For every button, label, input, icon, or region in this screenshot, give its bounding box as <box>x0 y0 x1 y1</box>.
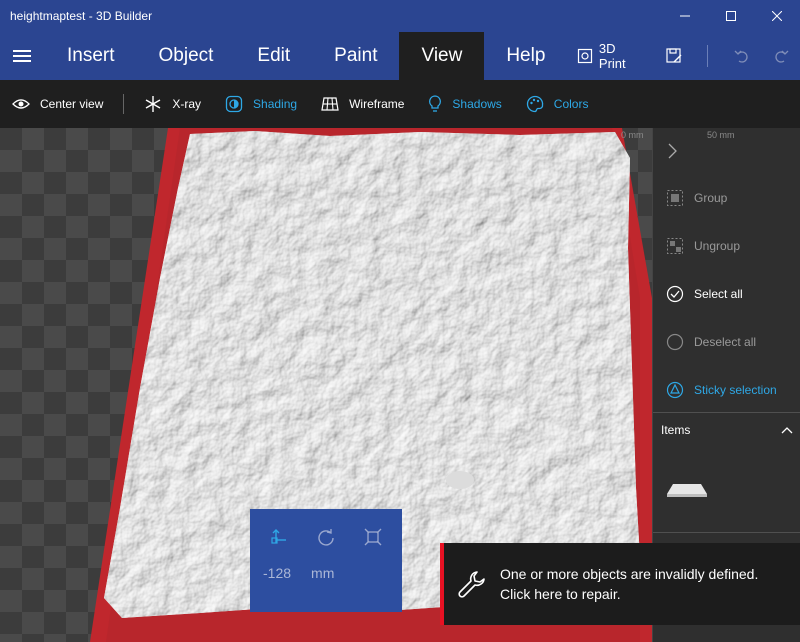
move-icon[interactable] <box>270 528 288 546</box>
menu-bar: Insert Object Edit Paint View Help 3D Pr… <box>0 32 800 80</box>
item-thumbnail-heightmap[interactable] <box>665 480 709 502</box>
group-button[interactable]: Group <box>653 174 800 222</box>
toolbar-divider <box>123 94 125 114</box>
colors-button[interactable]: Colors <box>514 80 601 128</box>
notification-line-1: One or more objects are invalidly define… <box>500 566 759 582</box>
title-bar: heightmaptest - 3D Builder <box>0 0 800 32</box>
ungroup-label: Ungroup <box>694 239 741 253</box>
shadows-button[interactable]: Shadows <box>416 80 513 128</box>
wrench-icon-container <box>444 569 500 599</box>
items-header[interactable]: Items <box>653 412 800 447</box>
rotate-icon[interactable] <box>317 528 335 546</box>
ungroup-icon <box>667 238 683 254</box>
maximize-icon <box>726 11 736 21</box>
undo-button[interactable] <box>722 32 761 80</box>
wireframe-button[interactable]: Wireframe <box>309 80 416 128</box>
notification-line-2[interactable]: Click here to repair. <box>500 584 758 604</box>
floppy-edit-icon <box>666 48 682 63</box>
chevron-right-icon <box>668 143 677 159</box>
close-icon <box>772 11 782 21</box>
menu-edit[interactable]: Edit <box>235 32 312 80</box>
select-all-icon <box>666 285 684 303</box>
lightbulb-icon <box>429 95 442 112</box>
deselect-all-label: Deselect all <box>694 335 757 349</box>
menu-object[interactable]: Object <box>137 32 236 80</box>
sticky-selection-icon <box>666 381 684 399</box>
sticky-selection-button[interactable]: Sticky selection <box>653 366 800 414</box>
menu-divider <box>707 45 709 67</box>
printer-3d-icon <box>578 48 593 64</box>
undo-icon <box>734 50 748 63</box>
sticky-selection-label: Sticky selection <box>694 383 777 397</box>
wireframe-grid-icon <box>321 97 339 111</box>
shading-icon <box>225 95 243 113</box>
3d-print-label: 3D Print <box>598 41 626 71</box>
transform-unit: mm <box>311 565 335 581</box>
deselect-all-icon <box>666 333 684 351</box>
xray-button[interactable]: X-ray <box>132 80 213 128</box>
asterisk-icon <box>146 96 161 112</box>
eye-icon <box>12 99 30 109</box>
transform-value-row: -128 mm <box>250 565 402 581</box>
wireframe-label: Wireframe <box>349 97 405 111</box>
shading-label: Shading <box>253 97 298 111</box>
minimize-button[interactable] <box>662 0 708 32</box>
redo-button[interactable] <box>761 32 800 80</box>
ungroup-button[interactable]: Ungroup <box>653 222 800 270</box>
wrench-icon <box>458 571 485 598</box>
ruler-label-50mm: 50 mm <box>707 130 735 140</box>
panel-divider <box>653 532 800 533</box>
hamburger-icon <box>13 50 32 62</box>
scale-icon[interactable] <box>364 528 382 546</box>
redo-icon <box>774 50 789 63</box>
terrain-crater <box>446 471 474 489</box>
menu-paint[interactable]: Paint <box>312 32 399 80</box>
save-print-button[interactable] <box>654 32 693 80</box>
notification-message: One or more objects are invalidly define… <box>500 564 758 604</box>
menu-actions: 3D Print <box>567 32 800 80</box>
view-toolbar: Center view X-ray Shading Wireframe Shad… <box>0 80 800 128</box>
menu-insert[interactable]: Insert <box>45 32 137 80</box>
window-title: heightmaptest - 3D Builder <box>10 9 153 23</box>
transform-value-input[interactable]: -128 <box>263 565 291 581</box>
close-button[interactable] <box>754 0 800 32</box>
hamburger-menu-button[interactable] <box>0 32 45 80</box>
3d-print-button[interactable]: 3D Print <box>567 41 654 71</box>
center-view-button[interactable]: Center view <box>0 80 115 128</box>
app-window: heightmaptest - 3D Builder Insert Object… <box>0 0 800 642</box>
ruler-label-0mm: 0 mm <box>621 130 644 140</box>
shadows-label: Shadows <box>452 97 502 111</box>
maximize-button[interactable] <box>708 0 754 32</box>
center-view-label: Center view <box>40 97 104 111</box>
group-icon <box>667 190 683 206</box>
palette-icon <box>526 95 543 113</box>
select-all-button[interactable]: Select all <box>653 270 800 318</box>
transform-modes <box>250 509 402 565</box>
menu-help[interactable]: Help <box>484 32 567 80</box>
minimize-icon <box>680 15 690 17</box>
deselect-all-button[interactable]: Deselect all <box>653 318 800 366</box>
colors-label: Colors <box>553 97 589 111</box>
chevron-up-icon <box>781 427 793 434</box>
xray-label: X-ray <box>172 97 202 111</box>
select-all-label: Select all <box>694 287 743 301</box>
menu-view[interactable]: View <box>399 32 485 80</box>
shading-button[interactable]: Shading <box>213 80 309 128</box>
transform-widget: -128 mm <box>250 509 402 612</box>
group-label: Group <box>694 191 728 205</box>
items-header-label: Items <box>661 423 691 437</box>
repair-notification[interactable]: One or more objects are invalidly define… <box>440 543 800 625</box>
